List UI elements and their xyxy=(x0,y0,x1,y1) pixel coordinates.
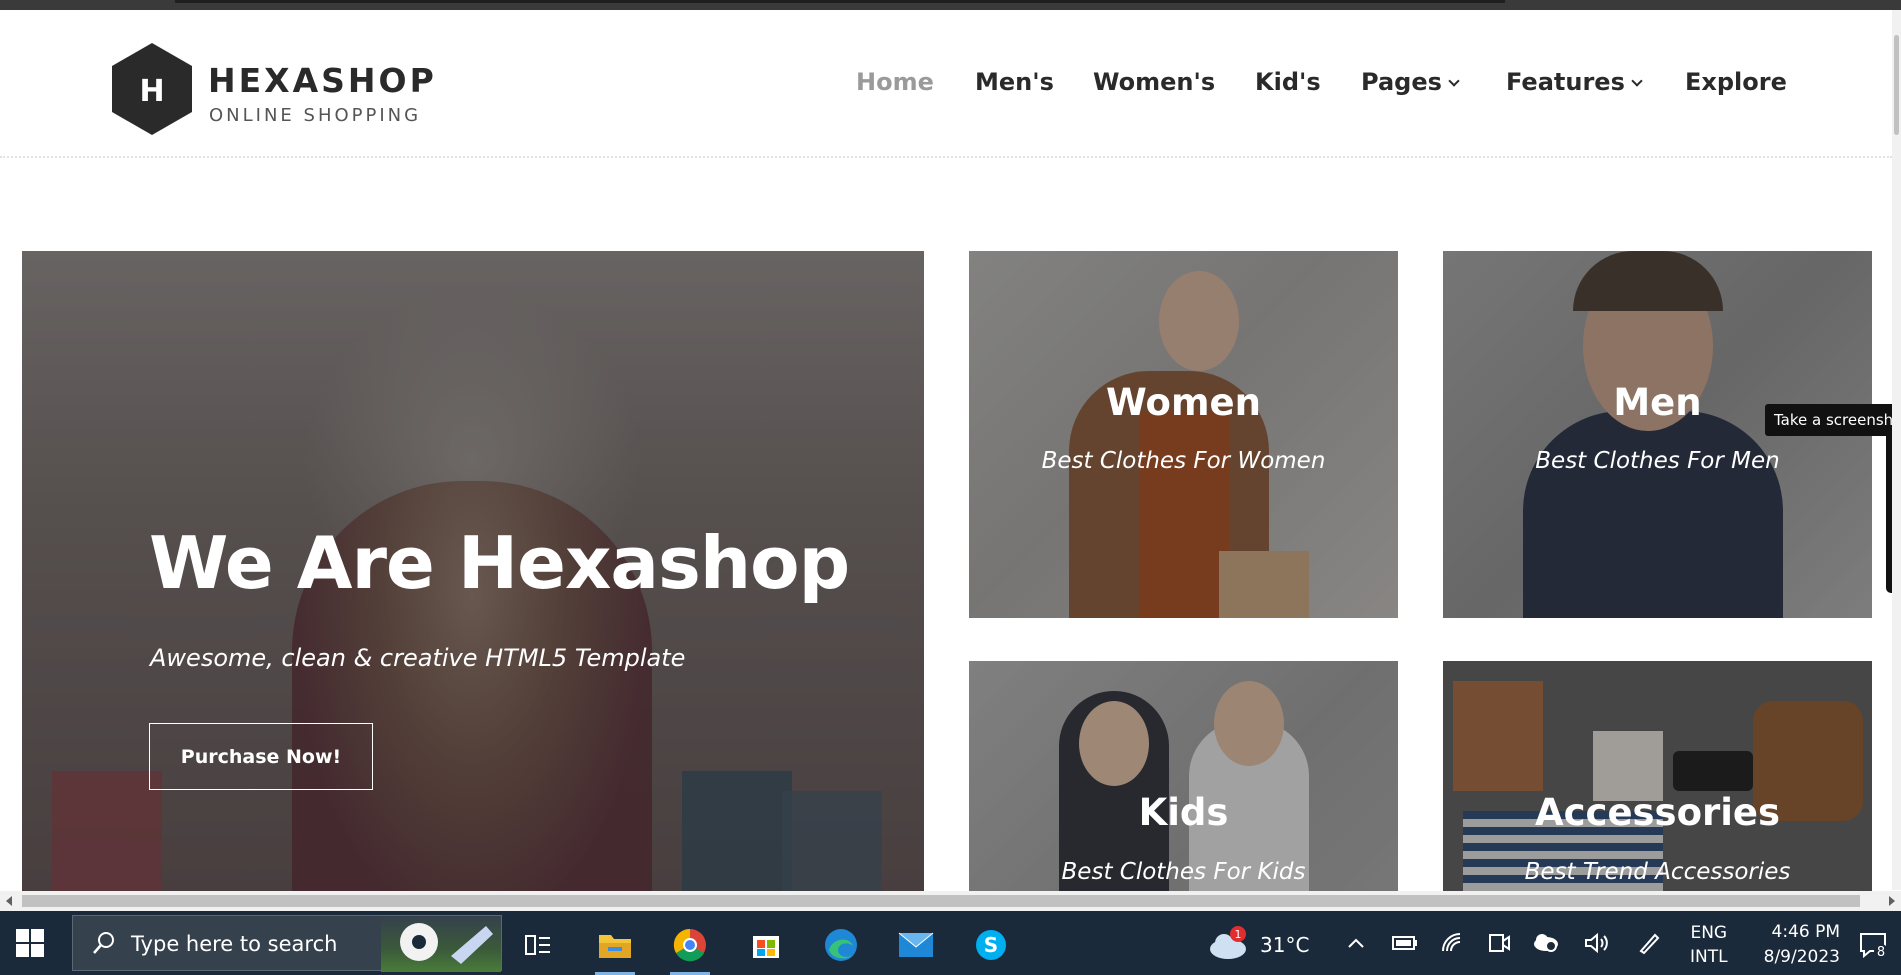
scroll-left-arrow-icon[interactable] xyxy=(6,896,12,906)
hero-subtitle: Awesome, clean & creative HTML5 Template xyxy=(150,644,686,672)
notification-center-icon[interactable]: 8 xyxy=(1858,931,1888,959)
chrome-button[interactable] xyxy=(664,919,716,975)
nav-item-mens[interactable]: Men's xyxy=(975,68,1054,96)
volume-icon[interactable] xyxy=(1584,931,1610,955)
pen-icon[interactable] xyxy=(1637,931,1661,955)
chrome-icon xyxy=(673,928,706,962)
taskbar-search-input[interactable]: Type here to search xyxy=(72,915,502,972)
camera-icon[interactable] xyxy=(1487,931,1511,955)
browser-viewport: H HEXASHOP ONLINE SHOPPING Home Men's Wo… xyxy=(0,0,1901,975)
skype-button[interactable]: S xyxy=(965,919,1017,971)
folder-icon xyxy=(599,935,631,958)
nav-item-features[interactable]: Features xyxy=(1506,68,1643,96)
task-view-icon xyxy=(525,935,550,955)
clock-time: 4:46 PM xyxy=(1771,922,1841,942)
mail-button[interactable] xyxy=(890,919,942,971)
svg-text:8: 8 xyxy=(1877,945,1885,959)
network-icon[interactable] xyxy=(1440,931,1464,955)
chevron-down-icon xyxy=(1631,75,1643,87)
scrollbar-thumb[interactable] xyxy=(22,895,1860,907)
windows-start-icon[interactable] xyxy=(16,929,44,957)
category-subtitle: Best Clothes For Kids xyxy=(1061,859,1306,885)
hero-title: We Are Hexashop xyxy=(149,521,850,605)
category-tile-accessories[interactable]: Accessories Best Trend Accessories xyxy=(1443,661,1872,911)
screenshot-tooltip: Take a screenshot xyxy=(1765,404,1901,436)
onedrive-icon[interactable] xyxy=(1532,931,1560,953)
system-clock[interactable]: 4:46 PM 8/9/2023 xyxy=(1750,920,1840,970)
browser-top-edge xyxy=(0,0,1901,10)
search-highlight-image xyxy=(381,916,501,972)
weather-temperature[interactable]: 31°C xyxy=(1260,933,1309,957)
file-explorer-button[interactable] xyxy=(589,919,641,975)
microsoft-store-button[interactable] xyxy=(740,919,792,971)
category-title: Women xyxy=(1106,381,1261,424)
mail-icon xyxy=(898,932,934,957)
search-placeholder: Type here to search xyxy=(131,932,338,956)
category-tile-women[interactable]: Women Best Clothes For Women xyxy=(969,251,1398,618)
nav-item-home[interactable]: Home xyxy=(856,68,934,96)
scrollbar-thumb[interactable] xyxy=(1894,35,1899,135)
clock-date: 8/9/2023 xyxy=(1763,947,1840,967)
category-tile-kids[interactable]: Kids Best Clothes For Kids xyxy=(969,661,1398,911)
task-view-button[interactable] xyxy=(512,919,564,971)
store-icon xyxy=(753,936,779,958)
edge-button[interactable] xyxy=(815,919,867,971)
chevron-down-icon xyxy=(1448,75,1460,87)
nav-item-pages[interactable]: Pages xyxy=(1361,68,1460,96)
windows-taskbar: Type here to search S 1 31°C ENG INTL 4:… xyxy=(0,911,1901,975)
skype-icon: S xyxy=(976,930,1006,960)
category-subtitle: Best Trend Accessories xyxy=(1524,859,1791,885)
scroll-right-arrow-icon[interactable] xyxy=(1889,896,1895,906)
battery-icon[interactable] xyxy=(1392,935,1418,951)
nav-item-kids[interactable]: Kid's xyxy=(1255,68,1321,96)
search-icon xyxy=(93,932,114,954)
input-language[interactable]: ENG INTL xyxy=(1690,921,1728,969)
nav-item-explore[interactable]: Explore xyxy=(1685,68,1787,96)
svg-text:1: 1 xyxy=(1235,928,1242,941)
weather-cloud-icon[interactable]: 1 xyxy=(1208,925,1252,961)
svg-text:S: S xyxy=(984,933,998,957)
category-subtitle: Best Clothes For Men xyxy=(1535,448,1780,474)
horizontal-scrollbar[interactable] xyxy=(0,891,1901,911)
nav-item-womens[interactable]: Women's xyxy=(1093,68,1215,96)
main-nav: Home Men's Women's Kid's Pages Features … xyxy=(0,68,1892,108)
chevron-up-icon[interactable] xyxy=(1347,937,1365,949)
brand-tagline: ONLINE SHOPPING xyxy=(209,105,422,126)
vertical-scrollbar[interactable] xyxy=(1892,10,1901,890)
hero-banner: We Are Hexashop Awesome, clean & creativ… xyxy=(22,251,924,891)
category-subtitle: Best Clothes For Women xyxy=(1041,448,1326,474)
category-title: Accessories xyxy=(1534,791,1781,834)
edge-icon xyxy=(825,929,857,961)
category-title: Kids xyxy=(1138,791,1229,834)
site-header: H HEXASHOP ONLINE SHOPPING Home Men's Wo… xyxy=(0,10,1892,158)
purchase-now-button[interactable]: Purchase Now! xyxy=(149,723,373,790)
